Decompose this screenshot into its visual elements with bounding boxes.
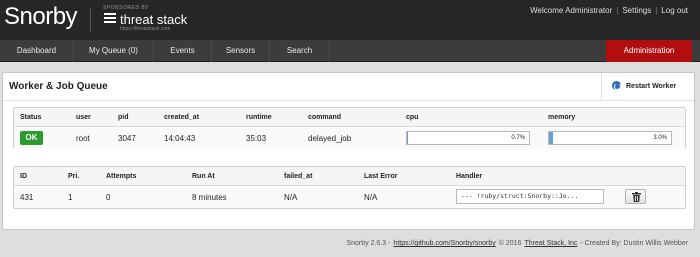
table-row: 431 1 0 8 minutes N/A N/A --- !ruby/stru… bbox=[14, 186, 685, 208]
col-attempts: Attempts bbox=[106, 173, 137, 180]
delete-job-button[interactable] bbox=[625, 189, 646, 204]
run-at-value: 8 minutes bbox=[192, 193, 227, 202]
col-created-at: created_at bbox=[164, 114, 200, 121]
memory-bar: 3.0% bbox=[548, 131, 672, 145]
user-value: root bbox=[76, 134, 90, 143]
memory-bar-fill bbox=[549, 132, 553, 144]
table-row: OK root 3047 14:04:43 35:03 delayed_job … bbox=[14, 127, 685, 149]
handler-field[interactable]: --- !ruby/struct:Snorby::Jo... bbox=[456, 189, 604, 204]
priority-value: 1 bbox=[68, 193, 73, 202]
refresh-icon bbox=[612, 81, 621, 90]
worker-table: Status user pid created_at runtime comma… bbox=[13, 107, 686, 149]
command-value: delayed_job bbox=[308, 134, 352, 143]
panel-header: Worker & Job Queue Restart Worker bbox=[3, 73, 694, 101]
top-bar: Snorby SPONSORED BY threat stack https:/… bbox=[0, 0, 700, 40]
runtime-value: 35:03 bbox=[246, 134, 267, 143]
footer: Snorby 2.6.3 - https://github.com/Snorby… bbox=[346, 240, 688, 247]
nav-separator: | bbox=[616, 6, 619, 15]
version-text: Snorby 2.6.3 - bbox=[346, 240, 391, 247]
job-table: ID Pri. Attempts Run At failed_at Last E… bbox=[13, 166, 686, 209]
attempts-value: 0 bbox=[106, 193, 111, 202]
col-last-error: Last Error bbox=[364, 173, 398, 180]
col-priority: Pri. bbox=[68, 173, 80, 180]
restart-worker-button[interactable]: Restart Worker bbox=[601, 73, 696, 101]
cpu-bar: 0.7% bbox=[406, 131, 530, 145]
settings-link[interactable]: Settings bbox=[622, 6, 651, 15]
sponsor-name[interactable]: threat stack bbox=[120, 12, 187, 27]
nav-separator: | bbox=[655, 6, 658, 15]
company-link[interactable]: Threat Stack, Inc bbox=[524, 240, 577, 247]
sponsor-url: https://threatstack.com bbox=[120, 26, 171, 32]
col-runtime: runtime bbox=[246, 114, 272, 121]
worker-table-header: Status user pid created_at runtime comma… bbox=[14, 108, 685, 127]
created-at-value: 14:04:43 bbox=[164, 134, 196, 143]
credit-text: - Created By: Dustin Willis Webber bbox=[580, 240, 688, 247]
col-command: command bbox=[308, 114, 342, 121]
nav-my-queue[interactable]: My Queue (0) bbox=[74, 40, 154, 62]
trash-icon bbox=[632, 192, 641, 202]
col-pid: pid bbox=[118, 114, 129, 121]
cpu-value: 0.7% bbox=[511, 135, 525, 141]
restart-worker-label: Restart Worker bbox=[626, 83, 677, 90]
job-table-header: ID Pri. Attempts Run At failed_at Last E… bbox=[14, 167, 685, 186]
col-status: Status bbox=[20, 114, 42, 121]
nav-administration[interactable]: Administration bbox=[606, 40, 692, 62]
worker-job-panel: Worker & Job Queue Restart Worker Status… bbox=[2, 72, 695, 230]
nav-sensors[interactable]: Sensors bbox=[212, 40, 270, 62]
failed-at-value: N/A bbox=[284, 193, 298, 202]
repo-link[interactable]: https://github.com/Snorby/snorby bbox=[393, 240, 495, 247]
col-user: user bbox=[76, 114, 91, 121]
welcome-text: Welcome Administrator bbox=[530, 6, 613, 15]
col-memory: memory bbox=[548, 114, 576, 121]
threat-stack-logo-icon bbox=[104, 13, 116, 23]
logout-link[interactable]: Log out bbox=[661, 6, 688, 15]
main-nav: Dashboard My Queue (0) Events Sensors Se… bbox=[0, 40, 700, 62]
last-error-value: N/A bbox=[364, 193, 378, 202]
nav-dashboard[interactable]: Dashboard bbox=[0, 40, 74, 62]
copyright-text: © 2016 bbox=[498, 240, 522, 247]
col-id: ID bbox=[20, 173, 27, 180]
user-nav: Welcome Administrator | Settings | Log o… bbox=[530, 6, 688, 15]
col-run-at: Run At bbox=[192, 173, 215, 180]
logo-divider bbox=[90, 8, 91, 32]
col-failed-at: failed_at bbox=[284, 173, 313, 180]
col-handler: Handler bbox=[456, 173, 483, 180]
cpu-bar-fill bbox=[407, 132, 408, 144]
page-title: Worker & Job Queue bbox=[9, 81, 108, 92]
col-cpu: cpu bbox=[406, 114, 419, 121]
nav-events[interactable]: Events bbox=[154, 40, 212, 62]
nav-search[interactable]: Search bbox=[270, 40, 330, 62]
status-badge: OK bbox=[20, 131, 43, 145]
job-id-value: 431 bbox=[20, 193, 34, 202]
snorby-logo[interactable]: Snorby bbox=[4, 3, 78, 31]
memory-value: 3.0% bbox=[653, 135, 667, 141]
pid-value: 3047 bbox=[118, 134, 136, 143]
